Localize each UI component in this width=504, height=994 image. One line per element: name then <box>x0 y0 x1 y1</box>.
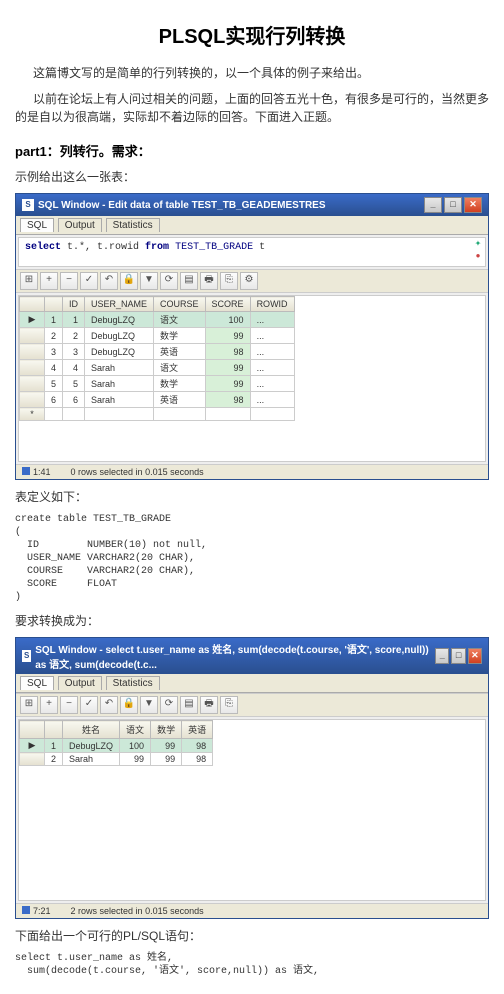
table-row[interactable]: ▶11DebugLZQ语文100... <box>20 312 295 328</box>
status-icon <box>22 467 30 475</box>
add-row-icon[interactable]: + <box>40 696 58 714</box>
table-row[interactable]: 22DebugLZQ数学99... <box>20 328 295 344</box>
grid-toolbar: ⊞ + − ✓ ↶ 🔒 ▼ ⟳ ▤ 🖶 ⎘ ⚙ <box>16 269 488 293</box>
col-course[interactable]: COURSE <box>154 297 206 312</box>
tab-sql[interactable]: SQL <box>20 218 54 232</box>
table-row[interactable]: 2Sarah999998 <box>20 753 213 766</box>
tab-output[interactable]: Output <box>58 676 102 690</box>
part1-heading: part1：列转行。需求： <box>15 141 489 160</box>
tabs-row: SQL Output Statistics <box>16 674 488 693</box>
minimize-button[interactable]: _ <box>435 648 449 664</box>
status-message: 2 rows selected in 0.015 seconds <box>71 906 204 916</box>
statusbar: 1:41 0 rows selected in 0.015 seconds <box>16 464 488 479</box>
commit-icon[interactable]: ✓ <box>80 272 98 290</box>
maximize-button[interactable]: □ <box>444 197 462 213</box>
grid-toolbar: ⊞ + − ✓ ↶ 🔒 ▼ ⟳ ▤ 🖶 ⎘ <box>16 693 488 717</box>
tab-sql[interactable]: SQL <box>20 676 54 690</box>
close-button[interactable]: ✕ <box>468 648 482 664</box>
note-convert-to: 要求转换成为： <box>15 612 489 629</box>
filter-icon[interactable]: ▼ <box>140 696 158 714</box>
sql-final: select t.user_name as 姓名, sum(decode(t.c… <box>15 952 489 978</box>
lock-icon[interactable]: 🔒 <box>120 696 138 714</box>
window-title: SQL Window - Edit data of table TEST_TB_… <box>38 200 326 211</box>
status-icon <box>22 906 30 914</box>
sql-editor[interactable]: select t.*, t.rowid from TEST_TB_GRADE t… <box>18 237 486 267</box>
sql-window-2: S SQL Window - select t.user_name as 姓名,… <box>15 637 489 919</box>
note-plsql-below: 下面给出一个可行的PL/SQL语句： <box>15 927 489 944</box>
commit-icon[interactable]: ✓ <box>80 696 98 714</box>
copy-icon[interactable]: ⎘ <box>220 272 238 290</box>
copy-icon[interactable]: ⎘ <box>220 696 238 714</box>
col-username[interactable]: USER_NAME <box>85 297 154 312</box>
rollback-icon[interactable]: ↶ <box>100 272 118 290</box>
col-english[interactable]: 英语 <box>182 721 213 739</box>
note-table-example: 示例给出这么一张表： <box>15 168 489 185</box>
lock-icon[interactable]: 🔒 <box>120 272 138 290</box>
statusbar: 7:21 2 rows selected in 0.015 seconds <box>16 903 488 918</box>
tab-statistics[interactable]: Statistics <box>106 218 160 232</box>
tabs-row: SQL Output Statistics <box>16 216 488 235</box>
ddl-block: create table TEST_TB_GRADE ( ID NUMBER(1… <box>15 513 489 604</box>
sql-icon: S <box>22 650 31 662</box>
grid-nav-icon[interactable]: ⊞ <box>20 272 38 290</box>
col-chinese[interactable]: 语文 <box>120 721 151 739</box>
titlebar[interactable]: S SQL Window - select t.user_name as 姓名,… <box>16 638 488 674</box>
sql-icon: S <box>22 199 34 211</box>
export-icon[interactable]: ▤ <box>180 272 198 290</box>
table-row[interactable]: 44Sarah语文99... <box>20 360 295 376</box>
refresh-icon[interactable]: ⟳ <box>160 696 178 714</box>
stop-icon[interactable]: ● <box>473 252 483 262</box>
grid-nav-icon[interactable]: ⊞ <box>20 696 38 714</box>
col-name[interactable]: 姓名 <box>63 721 120 739</box>
result-grid[interactable]: ID USER_NAME COURSE SCORE ROWID ▶11Debug… <box>18 295 486 462</box>
minimize-button[interactable]: _ <box>424 197 442 213</box>
table-row[interactable]: 66Sarah英语98... <box>20 392 295 408</box>
tab-output[interactable]: Output <box>58 218 102 232</box>
export-icon[interactable]: ▤ <box>180 696 198 714</box>
table-row[interactable]: ▶1DebugLZQ1009998 <box>20 739 213 753</box>
maximize-button[interactable]: □ <box>451 648 465 664</box>
close-button[interactable]: ✕ <box>464 197 482 213</box>
status-message: 0 rows selected in 0.015 seconds <box>71 467 204 477</box>
table-row[interactable]: 33DebugLZQ英语98... <box>20 344 295 360</box>
delete-row-icon[interactable]: − <box>60 272 78 290</box>
col-rowid[interactable]: ROWID <box>250 297 294 312</box>
col-math[interactable]: 数学 <box>151 721 182 739</box>
col-score[interactable]: SCORE <box>205 297 250 312</box>
rollback-icon[interactable]: ↶ <box>100 696 118 714</box>
intro-paragraph-1: 这篇博文写的是简单的行列转换的，以一个具体的例子来给出。 <box>15 64 489 82</box>
settings-icon[interactable]: ⚙ <box>240 272 258 290</box>
tab-statistics[interactable]: Statistics <box>106 676 160 690</box>
print-icon[interactable]: 🖶 <box>200 272 218 290</box>
add-row-icon[interactable]: + <box>40 272 58 290</box>
sql-window-1: S SQL Window - Edit data of table TEST_T… <box>15 193 489 480</box>
note-table-def: 表定义如下： <box>15 488 489 505</box>
col-id[interactable]: ID <box>63 297 85 312</box>
table-row[interactable]: 55Sarah数学99... <box>20 376 295 392</box>
execute-icon[interactable]: ✦ <box>473 240 483 250</box>
page-title: PLSQL实现行列转换 <box>15 20 489 49</box>
result-grid[interactable]: 姓名 语文 数学 英语 ▶1DebugLZQ1009998 2Sarah9999… <box>18 719 486 901</box>
intro-paragraph-2: 以前在论坛上有人问过相关的问题，上面的回答五光十色，有很多是可行的，当然更多的是… <box>15 90 489 126</box>
filter-icon[interactable]: ▼ <box>140 272 158 290</box>
print-icon[interactable]: 🖶 <box>200 696 218 714</box>
titlebar[interactable]: S SQL Window - Edit data of table TEST_T… <box>16 194 488 216</box>
table-row[interactable]: * <box>20 408 295 421</box>
delete-row-icon[interactable]: − <box>60 696 78 714</box>
window-title: SQL Window - select t.user_name as 姓名, s… <box>35 641 433 671</box>
refresh-icon[interactable]: ⟳ <box>160 272 178 290</box>
